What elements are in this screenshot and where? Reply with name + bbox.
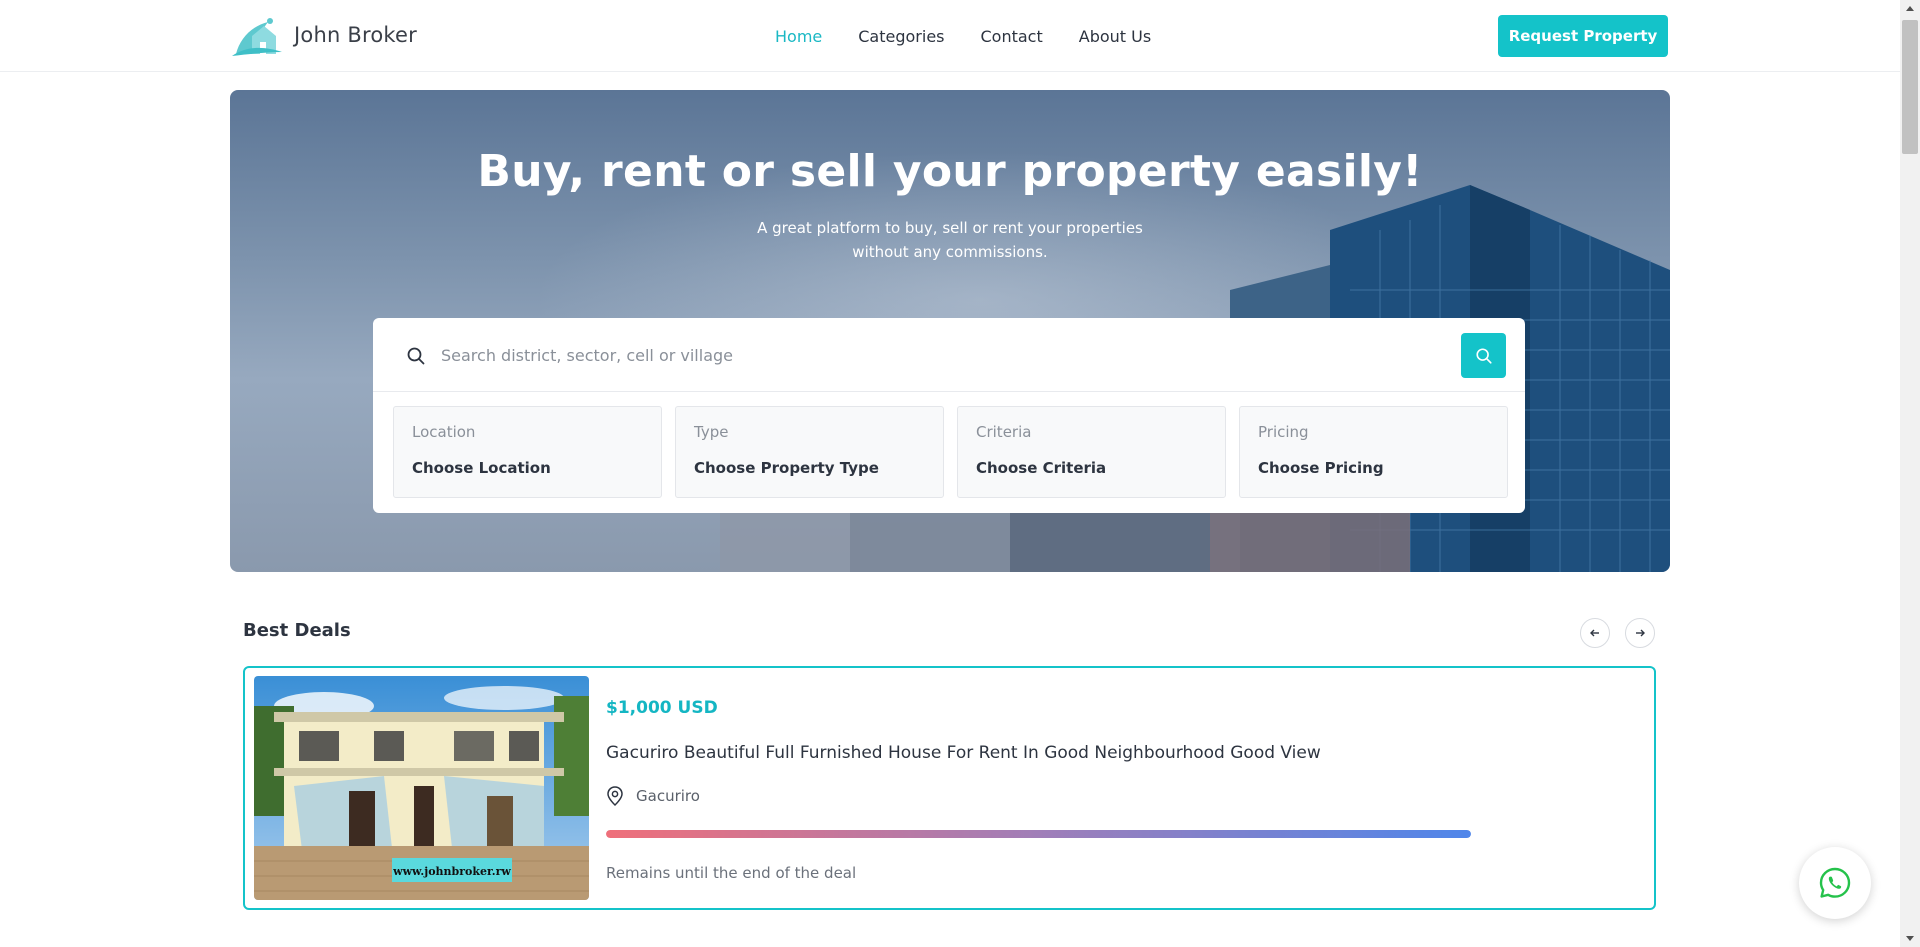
- deal-remaining-text: Remains until the end of the deal: [606, 864, 857, 882]
- filter-pricing[interactable]: Pricing Choose Pricing: [1239, 406, 1508, 498]
- nav-link-contact[interactable]: Contact: [981, 27, 1043, 46]
- filter-location[interactable]: Location Choose Location: [393, 406, 662, 498]
- hero-subtitle-line-2: without any commissions.: [852, 243, 1048, 261]
- filter-type-value: Choose Property Type: [694, 459, 879, 477]
- filters-row: Location Choose Location Type Choose Pro…: [393, 406, 1508, 498]
- filter-criteria-value: Choose Criteria: [976, 459, 1107, 477]
- filter-location-label: Location: [412, 423, 476, 441]
- filter-pricing-label: Pricing: [1258, 423, 1309, 441]
- scroll-up-arrow-icon[interactable]: [1900, 0, 1920, 18]
- nav-link-home[interactable]: Home: [775, 27, 822, 46]
- filter-criteria[interactable]: Criteria Choose Criteria: [957, 406, 1226, 498]
- navbar: John Broker Home Categories Contact Abou…: [0, 0, 1900, 72]
- filter-type[interactable]: Type Choose Property Type: [675, 406, 944, 498]
- hero-subtitle-line-1: A great platform to buy, sell or rent yo…: [757, 219, 1143, 237]
- deal-photo: www.johnbroker.rw: [254, 676, 589, 900]
- search-icon: [1475, 347, 1492, 364]
- carousel-next-button[interactable]: [1625, 618, 1655, 648]
- search-icon: [407, 347, 425, 365]
- deal-progress-bar: [606, 830, 1471, 838]
- search-panel: Location Choose Location Type Choose Pro…: [373, 318, 1525, 513]
- deal-location-text: Gacuriro: [636, 787, 700, 805]
- best-deals-title: Best Deals: [243, 620, 351, 641]
- page: John Broker Home Categories Contact Abou…: [0, 0, 1920, 947]
- page-scrollbar[interactable]: [1900, 0, 1920, 947]
- filter-type-label: Type: [694, 423, 729, 441]
- brand-name: John Broker: [294, 23, 417, 47]
- deal-card[interactable]: www.johnbroker.rw $1,000 USD Gacuriro Be…: [243, 666, 1656, 910]
- deal-progress-fill: [606, 830, 1471, 838]
- map-pin-icon: [607, 786, 623, 806]
- deal-photo-watermark: www.johnbroker.rw: [392, 865, 511, 878]
- deal-price: $1,000 USD: [606, 698, 718, 718]
- deal-title[interactable]: Gacuriro Beautiful Full Furnished House …: [606, 743, 1321, 763]
- scrollbar-thumb[interactable]: [1902, 20, 1918, 154]
- arrow-left-icon: [1590, 629, 1599, 637]
- search-button[interactable]: [1461, 333, 1506, 378]
- filter-pricing-value: Choose Pricing: [1258, 459, 1384, 477]
- brand-link[interactable]: John Broker: [230, 12, 417, 58]
- deal-location: Gacuriro: [606, 786, 700, 806]
- filter-criteria-label: Criteria: [976, 423, 1032, 441]
- whatsapp-button[interactable]: [1799, 847, 1871, 919]
- hero-title: Buy, rent or sell your property easily!: [477, 146, 1423, 197]
- search-row: [373, 318, 1525, 392]
- nav-link-categories[interactable]: Categories: [858, 27, 944, 46]
- filter-location-value: Choose Location: [412, 459, 551, 477]
- nav-link-about-us[interactable]: About Us: [1079, 27, 1151, 46]
- arrow-right-icon: [1636, 629, 1645, 637]
- whatsapp-icon: [1819, 867, 1851, 898]
- logo-icon: [232, 18, 282, 56]
- house-photo-image: www.johnbroker.rw: [254, 676, 589, 900]
- search-input[interactable]: [441, 338, 1441, 372]
- request-property-button[interactable]: Request Property: [1498, 15, 1668, 57]
- main-nav: Home Categories Contact About Us: [775, 27, 1151, 46]
- scroll-down-arrow-icon[interactable]: [1900, 929, 1920, 947]
- hero-subtitle: A great platform to buy, sell or rent yo…: [750, 216, 1150, 264]
- carousel-prev-button[interactable]: [1580, 618, 1610, 648]
